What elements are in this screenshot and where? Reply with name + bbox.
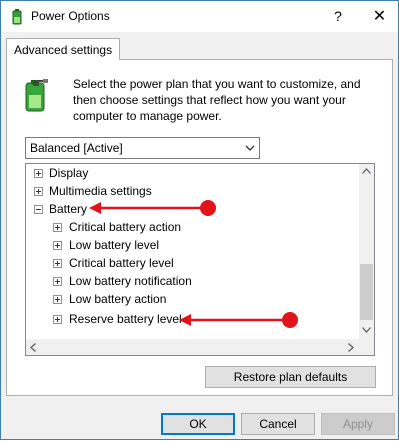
window-title: Power Options bbox=[31, 9, 110, 23]
chevron-down-icon bbox=[245, 145, 255, 151]
vertical-scrollbar[interactable] bbox=[359, 164, 374, 339]
ok-button[interactable]: OK bbox=[161, 413, 235, 435]
expand-plus-icon[interactable] bbox=[53, 259, 62, 268]
power-plan-selected-value: Balanced [Active] bbox=[30, 141, 123, 155]
scrollbar-corner bbox=[359, 339, 374, 355]
tree-item-label: Reserve battery level bbox=[69, 312, 182, 326]
tree-item-label: Low battery action bbox=[69, 292, 167, 306]
tree-item-label: Low battery notification bbox=[69, 274, 192, 288]
scroll-left-icon[interactable] bbox=[30, 343, 36, 352]
power-options-window: Power Options ? ✕ Advanced settings Sele… bbox=[0, 0, 399, 440]
tab-advanced-settings[interactable]: Advanced settings bbox=[6, 38, 121, 60]
tree-item-label: Multimedia settings bbox=[49, 184, 152, 198]
tree-item-label: Critical battery level bbox=[69, 256, 174, 270]
settings-tree[interactable]: Display Multimedia settings Battery Crit… bbox=[25, 163, 375, 356]
tree-item-label: Critical battery action bbox=[69, 220, 182, 234]
close-button[interactable]: ✕ bbox=[361, 1, 398, 32]
apply-button[interactable]: Apply bbox=[321, 413, 395, 435]
expand-plus-icon[interactable] bbox=[34, 169, 43, 178]
plan-description: Select the power plan that you want to c… bbox=[73, 77, 361, 123]
tree-item-label: Low battery level bbox=[69, 238, 160, 252]
scroll-down-icon[interactable] bbox=[362, 327, 371, 333]
horizontal-scrollbar[interactable] bbox=[26, 339, 359, 355]
tree-item-label: Battery bbox=[49, 202, 88, 216]
expand-plus-icon[interactable] bbox=[53, 277, 62, 286]
scroll-right-icon[interactable] bbox=[348, 343, 354, 352]
expand-plus-icon[interactable] bbox=[34, 187, 43, 196]
power-options-icon bbox=[12, 9, 22, 25]
vertical-scroll-thumb[interactable] bbox=[360, 264, 373, 320]
expand-plus-icon[interactable] bbox=[53, 295, 62, 304]
power-plan-dropdown[interactable]: Balanced [Active] bbox=[25, 137, 260, 159]
collapse-minus-icon[interactable] bbox=[34, 205, 43, 214]
tree-item-label: Display bbox=[49, 166, 89, 180]
restore-plan-defaults-button[interactable]: Restore plan defaults bbox=[205, 366, 376, 388]
expand-plus-icon[interactable] bbox=[53, 241, 62, 250]
title-bar[interactable]: Power Options ? ✕ bbox=[1, 1, 398, 32]
cancel-button[interactable]: Cancel bbox=[241, 413, 315, 435]
scroll-up-icon[interactable] bbox=[362, 168, 371, 174]
battery-plug-icon bbox=[25, 79, 48, 112]
expand-plus-icon[interactable] bbox=[53, 223, 62, 232]
expand-plus-icon[interactable] bbox=[53, 315, 62, 324]
help-button[interactable]: ? bbox=[323, 1, 353, 32]
